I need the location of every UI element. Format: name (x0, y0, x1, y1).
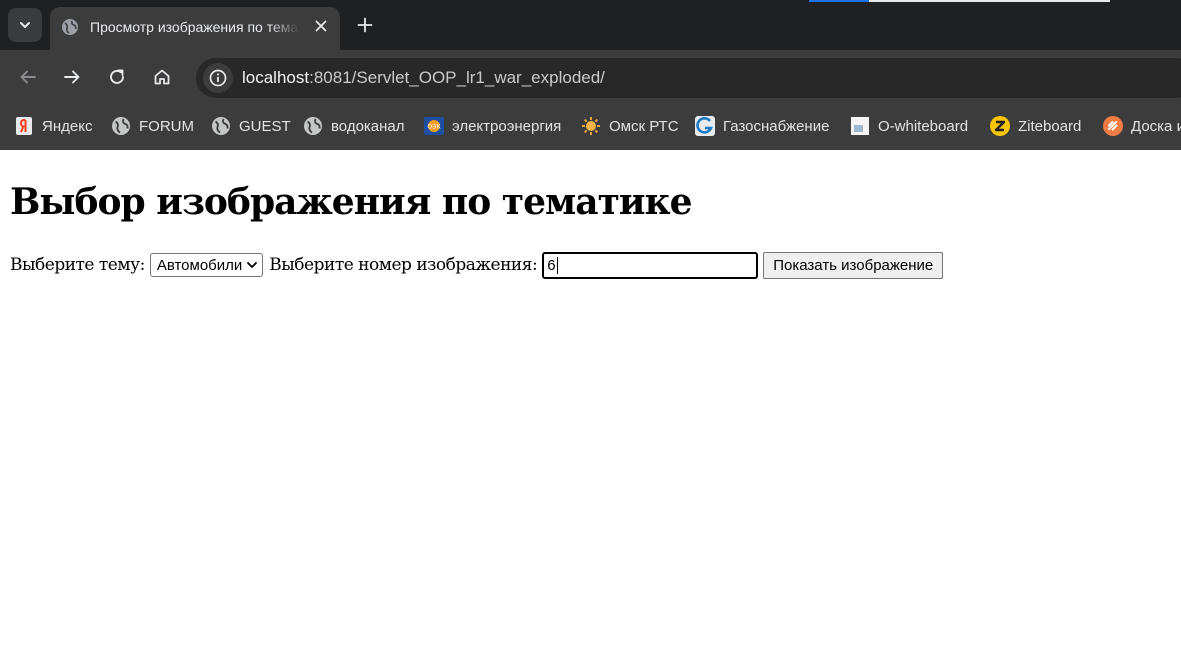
bookmarks-bar: Яндекс FORUM GUEST водоканал ОЭК электро… (0, 104, 1181, 150)
globe-icon (62, 19, 78, 35)
reload-icon (110, 69, 124, 84)
topic-select[interactable]: Автомобили (149, 253, 264, 277)
globe-icon (211, 116, 231, 136)
yandex-icon (14, 116, 34, 136)
bookmark-yandex[interactable]: Яндекс (14, 114, 92, 138)
bookmark-label: Газоснабжение (723, 117, 830, 135)
image-number-input[interactable]: 6 (542, 251, 759, 279)
bookmark-label: Доска и (1131, 117, 1181, 135)
document-icon (850, 116, 870, 136)
back-button[interactable] (13, 62, 43, 92)
bookmark-label: FORUM (139, 117, 194, 135)
image-number-label: Выберите номер изображения: (269, 255, 538, 275)
browser-toolbar: localhost:8081/Servlet_OOP_lr1_war_explo… (0, 50, 1181, 104)
svg-text:ОЭК: ОЭК (427, 124, 441, 131)
browser-tab-strip: Просмотр изображения по тематике (0, 0, 1181, 50)
bookmark-label: Яндекс (42, 117, 93, 135)
forward-button[interactable] (57, 62, 87, 92)
tab-close-button[interactable] (311, 16, 331, 36)
bookmark-label: Ziteboard (1018, 117, 1082, 135)
site-info-button[interactable] (203, 63, 233, 93)
bookmark-o-whiteboard[interactable]: O-whiteboard (850, 114, 968, 138)
bookmark-label: водоканал (331, 117, 405, 135)
image-number-value: 6 (547, 256, 556, 274)
arrow-right-icon (64, 70, 80, 84)
globe-icon (111, 116, 131, 136)
chevron-down-icon (247, 262, 258, 268)
bookmark-label: O-whiteboard (878, 117, 969, 135)
board-icon (1103, 116, 1123, 136)
bookmark-vodokanal[interactable]: водоканал (303, 114, 405, 138)
plus-icon (357, 17, 373, 33)
home-button[interactable] (147, 62, 177, 92)
close-icon (315, 20, 327, 32)
address-bar[interactable]: localhost:8081/Servlet_OOP_lr1_war_explo… (196, 58, 1181, 98)
ziteboard-icon (990, 116, 1010, 136)
image-selection-form: Выберите тему: Автомобили Выберите номер… (10, 251, 944, 279)
topic-select-value: Автомобили (156, 256, 243, 274)
text-caret (556, 256, 558, 274)
bookmark-forum[interactable]: FORUM (111, 114, 194, 138)
bookmark-electroenergy[interactable]: ОЭК электроэнергия (424, 114, 561, 138)
url-text: localhost:8081/Servlet_OOP_lr1_war_explo… (242, 67, 605, 89)
chevron-down-icon (20, 22, 30, 28)
bookmark-ziteboard[interactable]: Ziteboard (990, 114, 1081, 138)
bookmark-doska[interactable]: Доска и (1103, 114, 1181, 138)
topic-label: Выберите тему: (10, 255, 145, 275)
bookmark-label: GUEST (239, 117, 291, 135)
sun-icon (581, 116, 601, 136)
info-icon (209, 69, 227, 87)
new-tab-button[interactable] (353, 13, 377, 37)
bookmark-gas[interactable]: Газоснабжение (695, 114, 829, 138)
url-host: localhost (242, 68, 310, 87)
window-edge-highlight (869, 0, 1110, 2)
arrow-left-icon (20, 70, 36, 84)
tab-title: Просмотр изображения по тематике (90, 19, 300, 35)
bookmark-guest[interactable]: GUEST (211, 114, 291, 138)
tab-search-button[interactable] (8, 8, 42, 42)
energy-company-icon: ОЭК (424, 116, 444, 136)
bookmark-label: Омск РТС (609, 117, 679, 135)
home-icon (154, 69, 170, 85)
browser-tab-active[interactable]: Просмотр изображения по тематике (50, 7, 340, 50)
gas-company-icon (695, 116, 715, 136)
page-title: Выбор изображения по тематике (10, 181, 692, 223)
bookmark-omsk-rts[interactable]: Омск РТС (581, 114, 679, 138)
reload-button[interactable] (102, 62, 132, 92)
globe-icon (303, 116, 323, 136)
url-path: :8081/Servlet_OOP_lr1_war_exploded/ (309, 68, 605, 87)
window-edge-accent (809, 0, 869, 2)
show-image-button[interactable]: Показать изображение (763, 251, 944, 279)
bookmark-label: электроэнергия (452, 117, 562, 135)
